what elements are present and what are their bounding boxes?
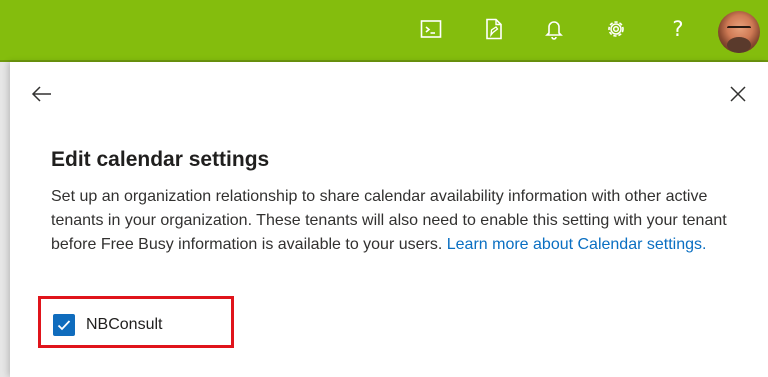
nbconsult-checkbox[interactable] <box>53 314 75 336</box>
learn-more-link[interactable]: Learn more about Calendar settings. <box>447 236 707 253</box>
panel-title: Edit calendar settings <box>51 148 270 171</box>
settings-icon[interactable] <box>602 15 630 43</box>
avatar-glasses <box>727 26 751 34</box>
help-glyph: ? <box>672 17 684 41</box>
checkmark-icon <box>57 320 71 331</box>
back-arrow-icon[interactable] <box>30 82 54 106</box>
panel-description: Set up an organization relationship to s… <box>51 185 751 257</box>
help-icon[interactable]: ? <box>664 15 692 43</box>
close-icon[interactable] <box>728 84 748 104</box>
checkbox-label[interactable]: NBConsult <box>86 315 162 335</box>
top-bar: ? <box>0 0 768 60</box>
edit-calendar-panel: Edit calendar settings Set up an organiz… <box>10 62 768 377</box>
cloud-shell-icon[interactable] <box>417 15 445 43</box>
feedback-icon[interactable] <box>480 15 508 43</box>
notifications-icon[interactable] <box>540 15 568 43</box>
avatar-beard <box>727 37 751 53</box>
avatar[interactable] <box>718 11 760 53</box>
